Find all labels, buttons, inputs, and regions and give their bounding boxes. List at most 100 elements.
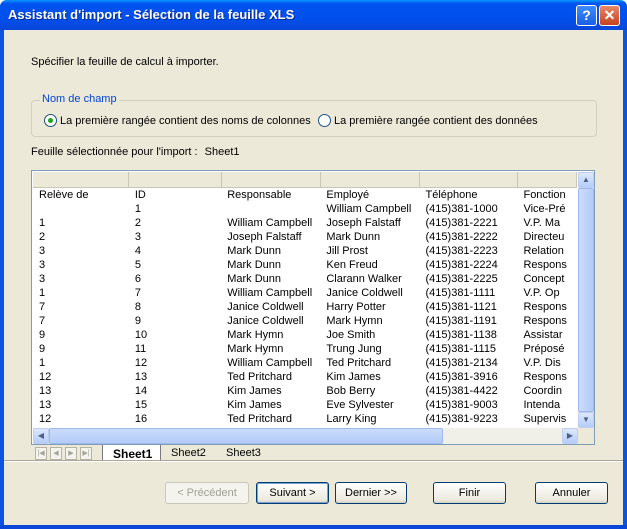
- scroll-down-arrow-icon[interactable]: ▼: [578, 412, 594, 428]
- table-cell: 3: [39, 273, 46, 285]
- column-name-cell: Relève de: [39, 188, 89, 201]
- table-cell: 11: [134, 343, 147, 355]
- close-button[interactable]: ✕: [599, 5, 620, 26]
- grid-header-cell[interactable]: [33, 172, 130, 188]
- grid-header-row: [33, 172, 577, 188]
- table-cell: 1: [39, 357, 46, 369]
- table-cell: 13: [39, 385, 52, 397]
- radio-first-row-column-names[interactable]: La première rangée contient des noms de …: [44, 114, 311, 127]
- table-cell: Coordin: [523, 385, 562, 397]
- table-cell: 1: [39, 217, 46, 229]
- table-cell: Concept: [523, 273, 565, 285]
- preview-table: Relève de ID Responsable Employé Téléphone Fo…: [33, 172, 577, 426]
- grid-header-cell[interactable]: [517, 172, 577, 188]
- column-name-cell: Téléphone: [425, 188, 478, 201]
- table-cell: Bob Berry: [326, 385, 376, 397]
- table-cell: (415)381-1138: [425, 329, 497, 341]
- vertical-scrollbar[interactable]: ▲ ▼: [578, 172, 594, 428]
- table-cell: 1: [134, 203, 141, 215]
- finish-button[interactable]: Finir: [433, 482, 506, 504]
- table-cell: 7: [134, 287, 141, 299]
- next-button[interactable]: Suivant >: [256, 482, 329, 504]
- table-cell: Mark Hymn: [227, 329, 284, 341]
- grid-header-cell[interactable]: [419, 172, 518, 188]
- table-cell: 12: [134, 357, 148, 369]
- grid-header-cell[interactable]: [221, 172, 321, 188]
- table-cell: 7: [39, 315, 46, 327]
- table-cell: 3: [134, 231, 141, 243]
- table-cell: Joseph Falstaff: [326, 217, 401, 229]
- table-cell: Respons: [523, 301, 567, 313]
- window-title: Assistant d'import - Sélection de la feu…: [8, 7, 295, 22]
- table-cell: V.P. Op: [523, 287, 560, 299]
- table-cell: 3: [39, 245, 46, 257]
- table-cell: (415)381-3916: [425, 371, 498, 383]
- column-names-row: Relève de ID Responsable Employé Téléphone Fo…: [33, 187, 577, 202]
- table-row: 1 William Campbell (415)381-1000 Vice-Pré: [33, 202, 577, 216]
- table-cell: Mark Dunn: [227, 245, 281, 257]
- grid-viewport: Relève de ID Responsable Employé Téléphone Fo…: [33, 172, 577, 428]
- radio-first-row-data[interactable]: La première rangée contient des données: [318, 114, 538, 127]
- table-cell: 2: [134, 217, 141, 229]
- table-cell: V.P. Ma: [523, 217, 561, 229]
- table-cell: (415)381-2221: [425, 217, 498, 229]
- last-sheet-icon[interactable]: ▶|: [80, 447, 92, 460]
- last-button[interactable]: Dernier >>: [335, 482, 407, 504]
- table-cell: [33, 202, 129, 216]
- table-cell: [221, 202, 320, 216]
- field-name-group-title: Nom de champ: [40, 93, 119, 105]
- table-row: 1 7 William Campbell Janice Coldwell (415)38…: [33, 286, 577, 300]
- table-cell: Kim James: [227, 399, 282, 411]
- table-row: 7 9 Janice Coldwell Mark Hymn (415)381-1191 R…: [33, 314, 577, 328]
- table-cell: 3: [39, 259, 46, 271]
- table-cell: Harry Potter: [326, 301, 386, 313]
- title-bar[interactable]: Assistant d'import - Sélection de la feu…: [0, 0, 627, 30]
- table-cell: 7: [39, 301, 46, 313]
- table-cell: Respons: [523, 259, 567, 271]
- table-cell: Supervis: [523, 413, 567, 425]
- table-cell: (415)381-9003: [425, 399, 498, 411]
- table-cell: 9: [39, 329, 46, 341]
- column-name-cell: ID: [134, 188, 146, 201]
- table-cell: 13: [134, 371, 148, 383]
- scroll-right-arrow-icon[interactable]: ▶: [562, 428, 578, 444]
- grid-header-cell[interactable]: [320, 172, 421, 188]
- table-cell: 4: [134, 245, 141, 257]
- table-row: 1 12 William Campbell Ted Pritchard (415)381…: [33, 356, 577, 370]
- vertical-scroll-thumb[interactable]: [578, 188, 594, 412]
- previous-button[interactable]: < Précédent: [165, 482, 249, 504]
- next-sheet-icon[interactable]: ▶: [65, 447, 77, 460]
- cancel-button[interactable]: Annuler: [535, 482, 608, 504]
- table-cell: Mark Hymn: [227, 343, 284, 355]
- radio-unselected-icon[interactable]: [318, 114, 331, 127]
- table-row: 2 3 Joseph Falstaff Mark Dunn (415)381-2222 D…: [33, 230, 577, 244]
- radio-first-row-column-names-label[interactable]: La première rangée contient des noms de …: [60, 115, 311, 127]
- table-cell: 1: [39, 287, 46, 299]
- radio-first-row-data-label[interactable]: La première rangée contient des données: [334, 115, 538, 127]
- table-row: 7 8 Janice Coldwell Harry Potter (415)381-11…: [33, 300, 577, 314]
- table-cell: Janice Coldwell: [326, 287, 403, 299]
- table-cell: 16: [134, 413, 148, 425]
- grid-header-cell[interactable]: [128, 172, 222, 188]
- table-cell: Respons: [523, 315, 567, 327]
- help-button[interactable]: ?: [576, 5, 597, 26]
- table-row: 1 2 William Campbell Joseph Falstaff (415)38…: [33, 216, 577, 230]
- scroll-left-arrow-icon[interactable]: ◀: [33, 428, 49, 444]
- selected-sheet-label: Feuille sélectionnée pour l'import :: [31, 146, 198, 158]
- field-name-group: Nom de champ La première rangée contient…: [31, 93, 597, 137]
- scroll-up-arrow-icon[interactable]: ▲: [578, 172, 594, 188]
- table-cell: Ken Freud: [326, 259, 378, 271]
- table-cell: Ted Pritchard: [227, 371, 293, 383]
- table-row: 9 11 Mark Hymn Trung Jung (415)381-1115 Prépo…: [33, 342, 577, 356]
- dialog-body: Spécifier la feuille de calcul à importe…: [4, 30, 623, 525]
- table-cell: V.P. Dis: [523, 357, 561, 369]
- table-cell: 9: [134, 315, 141, 327]
- table-cell: (415)381-2223: [425, 245, 498, 257]
- horizontal-scroll-thumb[interactable]: [49, 428, 443, 444]
- previous-sheet-icon[interactable]: ◀: [50, 447, 62, 460]
- first-sheet-icon[interactable]: |◀: [35, 447, 47, 460]
- horizontal-scrollbar[interactable]: ◀ ▶: [33, 428, 578, 444]
- table-cell: Kim James: [326, 371, 381, 383]
- radio-selected-icon[interactable]: [44, 114, 57, 127]
- button-separator: [4, 460, 623, 462]
